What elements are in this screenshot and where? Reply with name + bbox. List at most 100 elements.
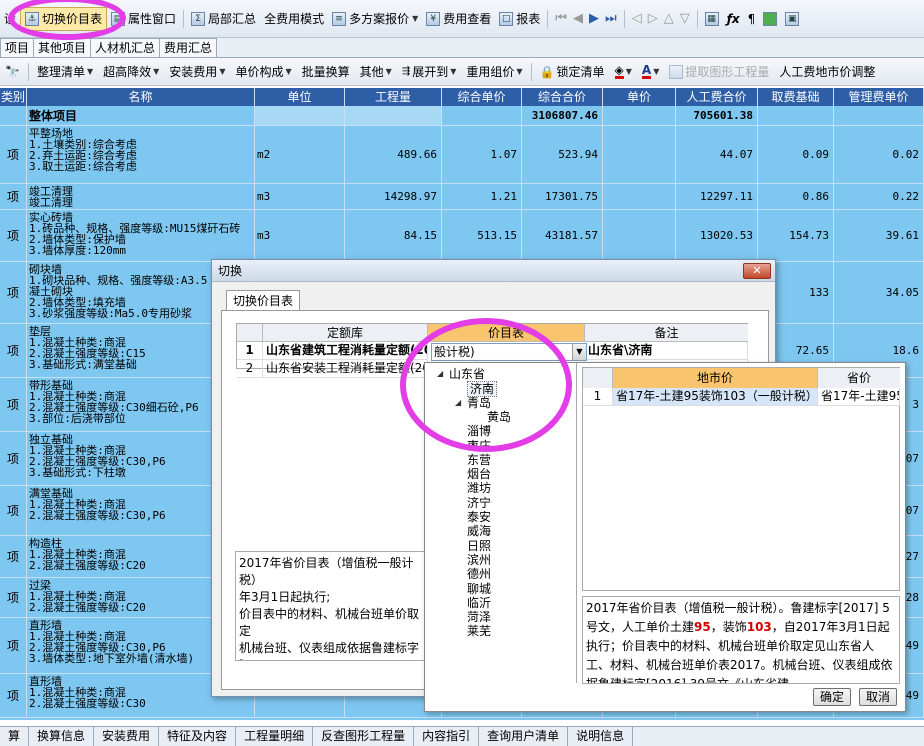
cell-qty[interactable] — [345, 106, 442, 125]
tab-content-guide[interactable]: 内容指引 — [414, 727, 480, 746]
header-quantity[interactable]: 工程量 — [345, 88, 442, 106]
header-labor-total[interactable]: 人工费合价 — [676, 88, 758, 106]
cell-total[interactable]: 3106807.46 — [522, 106, 603, 125]
cell-price[interactable]: 1.21 — [442, 184, 522, 209]
cell-price[interactable]: 1.07 — [442, 126, 522, 183]
cell-base[interactable]: 154.73 — [758, 210, 834, 261]
cell-type[interactable]: 项 — [0, 324, 27, 377]
cell-name[interactable]: 竣工清理 竣工清理 — [27, 184, 255, 209]
cell-type[interactable]: 项 — [0, 432, 27, 485]
cell-unit[interactable]: m3 — [255, 210, 345, 261]
cell-labor[interactable]: 44.07 — [676, 126, 758, 183]
cost-view-button[interactable]: ¥ 费用查看 — [422, 7, 495, 31]
cell-type[interactable]: 项 — [0, 126, 27, 183]
header-composite-total[interactable]: 综合合价 — [522, 88, 603, 106]
tree-node[interactable]: 潍坊 — [467, 481, 491, 495]
cell-base[interactable]: 0.86 — [758, 184, 834, 209]
report-button[interactable]: □ 报表 — [495, 7, 544, 31]
tree-node[interactable]: 菏泽 — [467, 610, 491, 624]
install-cost-button[interactable]: 安装费用 ▼ — [164, 63, 230, 80]
header-composite-price[interactable]: 综合单价 — [442, 88, 522, 106]
cell-name[interactable]: 实心砖墙 1.砖品种、规格、强度等级:MU15煤矸石砖 2.墙体类型:保护墙 3… — [27, 210, 255, 261]
move-up-icon[interactable]: △ — [664, 11, 674, 26]
province-price-cell[interactable]: 省17年-土建95 — [818, 388, 900, 406]
table-row[interactable]: 项平整场地 1.土壤类别:综合考虑 2.弃土运距:综合考虑 3.取土运距:综合考… — [0, 126, 924, 184]
expand-toggle-icon[interactable]: ◢ — [455, 398, 461, 407]
cell-name[interactable]: 整体项目 — [27, 106, 255, 125]
close-icon[interactable]: ✕ — [743, 263, 771, 279]
tree-node[interactable]: 烟台 — [467, 467, 491, 481]
chevron-down-icon[interactable]: ▼ — [572, 344, 586, 360]
cell-type[interactable]: 项 — [0, 674, 27, 717]
tab-quantity-detail[interactable]: 工程量明细 — [236, 727, 314, 746]
extract-graphic-qty-button[interactable]: 提取图形工程量 — [664, 63, 774, 80]
tab-notes[interactable]: 说明信息 — [568, 727, 634, 746]
table-row[interactable]: 项实心砖墙 1.砖品种、规格、强度等级:MU15煤矸石砖 2.墙体类型:保护墙 … — [0, 210, 924, 262]
multi-plan-quote-button[interactable]: ≡ 多方案报价 ▼ — [328, 7, 422, 31]
toolbar-settings[interactable]: 设 — [0, 7, 20, 31]
cell-mgmt[interactable]: 0.22 — [834, 184, 924, 209]
price-table-combo[interactable]: 般计税) ▼ — [431, 343, 587, 361]
lock-list-button[interactable]: 🔒 锁定清单 — [535, 63, 610, 80]
last-record-icon[interactable]: ⏭ — [605, 11, 617, 26]
header-name[interactable]: 名称 — [27, 88, 255, 106]
cell-type[interactable] — [0, 106, 27, 125]
cell-mgmt[interactable]: 0.02 — [834, 126, 924, 183]
tree-node[interactable]: 威海 — [467, 524, 491, 538]
super-height-button[interactable]: 超高降效 ▼ — [98, 63, 164, 80]
property-window-button[interactable]: ▤ 属性窗口 — [107, 7, 180, 31]
font-color-button[interactable]: A ▼ — [637, 64, 664, 79]
tree-node[interactable]: 淄博 — [467, 424, 491, 438]
cell-unit_price[interactable] — [603, 106, 676, 125]
expand-toggle-icon[interactable]: ◢ — [437, 369, 443, 378]
cell-total[interactable]: 43181.57 — [522, 210, 603, 261]
full-cost-mode-button[interactable]: 全费用模式 — [260, 7, 328, 31]
tree-node[interactable]: 日照 — [467, 539, 491, 553]
header-type[interactable]: 类别 — [0, 88, 27, 106]
header-fee-base[interactable]: 取费基础 — [758, 88, 834, 106]
cancel-button[interactable]: 取消 — [859, 688, 897, 706]
tab-switch-price-table[interactable]: 切换价目表 — [226, 290, 301, 311]
cell-type[interactable]: 项 — [0, 378, 27, 431]
move-right-icon[interactable]: ▷ — [648, 11, 658, 26]
batch-convert-button[interactable]: 批量换算 — [297, 63, 355, 80]
expand-to-button[interactable]: ⇶ 展开到 ▼ — [397, 63, 462, 80]
organize-list-button[interactable]: 整理清单 ▼ — [32, 63, 98, 80]
tree-node[interactable]: 山东省 — [449, 367, 485, 381]
tree-node[interactable]: 枣庄 — [467, 439, 491, 453]
table-row[interactable]: 项竣工清理 竣工清理 m3 14298.97 1.21 17301.75 12297.11… — [0, 184, 924, 210]
tab-other-items[interactable]: 其他项目 — [33, 38, 92, 57]
prev-record-icon[interactable]: ◀ — [573, 11, 583, 26]
cell-mgmt[interactable] — [834, 106, 924, 125]
tab-reverse-graphic[interactable]: 反查图形工程量 — [313, 727, 415, 746]
cell-labor[interactable]: 705601.38 — [676, 106, 758, 125]
switch-price-table-button[interactable]: ⚓ 切换价目表 — [20, 6, 108, 31]
calculator-button[interactable]: ▦ — [701, 7, 723, 31]
tab-features[interactable]: 特征及内容 — [159, 727, 237, 746]
cell-mgmt[interactable]: 34.05 — [834, 262, 924, 323]
tree-node[interactable]: 青岛 — [467, 396, 491, 410]
cell-type[interactable]: 项 — [0, 262, 27, 323]
cell-type[interactable]: 项 — [0, 578, 27, 617]
labor-city-price-button[interactable]: 人工费地市价调整 — [774, 63, 880, 80]
quota-lib-cell[interactable]: 山东省安装工程消耗量定额(2016) — [263, 360, 428, 378]
cell-unit_price[interactable] — [603, 184, 676, 209]
cell-qty[interactable]: 84.15 — [345, 210, 442, 261]
tab-user-list[interactable]: 查询用户清单 — [479, 727, 569, 746]
cell-type[interactable]: 项 — [0, 618, 27, 673]
next-record-icon[interactable]: ▶ — [589, 11, 599, 26]
cell-unit[interactable]: m3 — [255, 184, 345, 209]
cell-type[interactable]: 项 — [0, 536, 27, 577]
partial-summary-button[interactable]: Σ 局部汇总 — [187, 7, 260, 31]
reuse-pricing-button[interactable]: 重用组价 ▼ — [461, 63, 527, 80]
move-down-icon[interactable]: ▽ — [680, 11, 690, 26]
layout-button[interactable]: ▣ — [781, 7, 803, 31]
tab-calc[interactable]: 算 — [0, 727, 30, 746]
cell-unit_price[interactable] — [603, 126, 676, 183]
cell-total[interactable]: 523.94 — [522, 126, 603, 183]
tree-node[interactable]: 临沂 — [467, 596, 491, 610]
tree-node[interactable]: 莱芜 — [467, 624, 491, 638]
cell-price[interactable] — [442, 106, 522, 125]
header-unit-price[interactable]: 单价 — [603, 88, 676, 106]
cell-base[interactable] — [758, 106, 834, 125]
